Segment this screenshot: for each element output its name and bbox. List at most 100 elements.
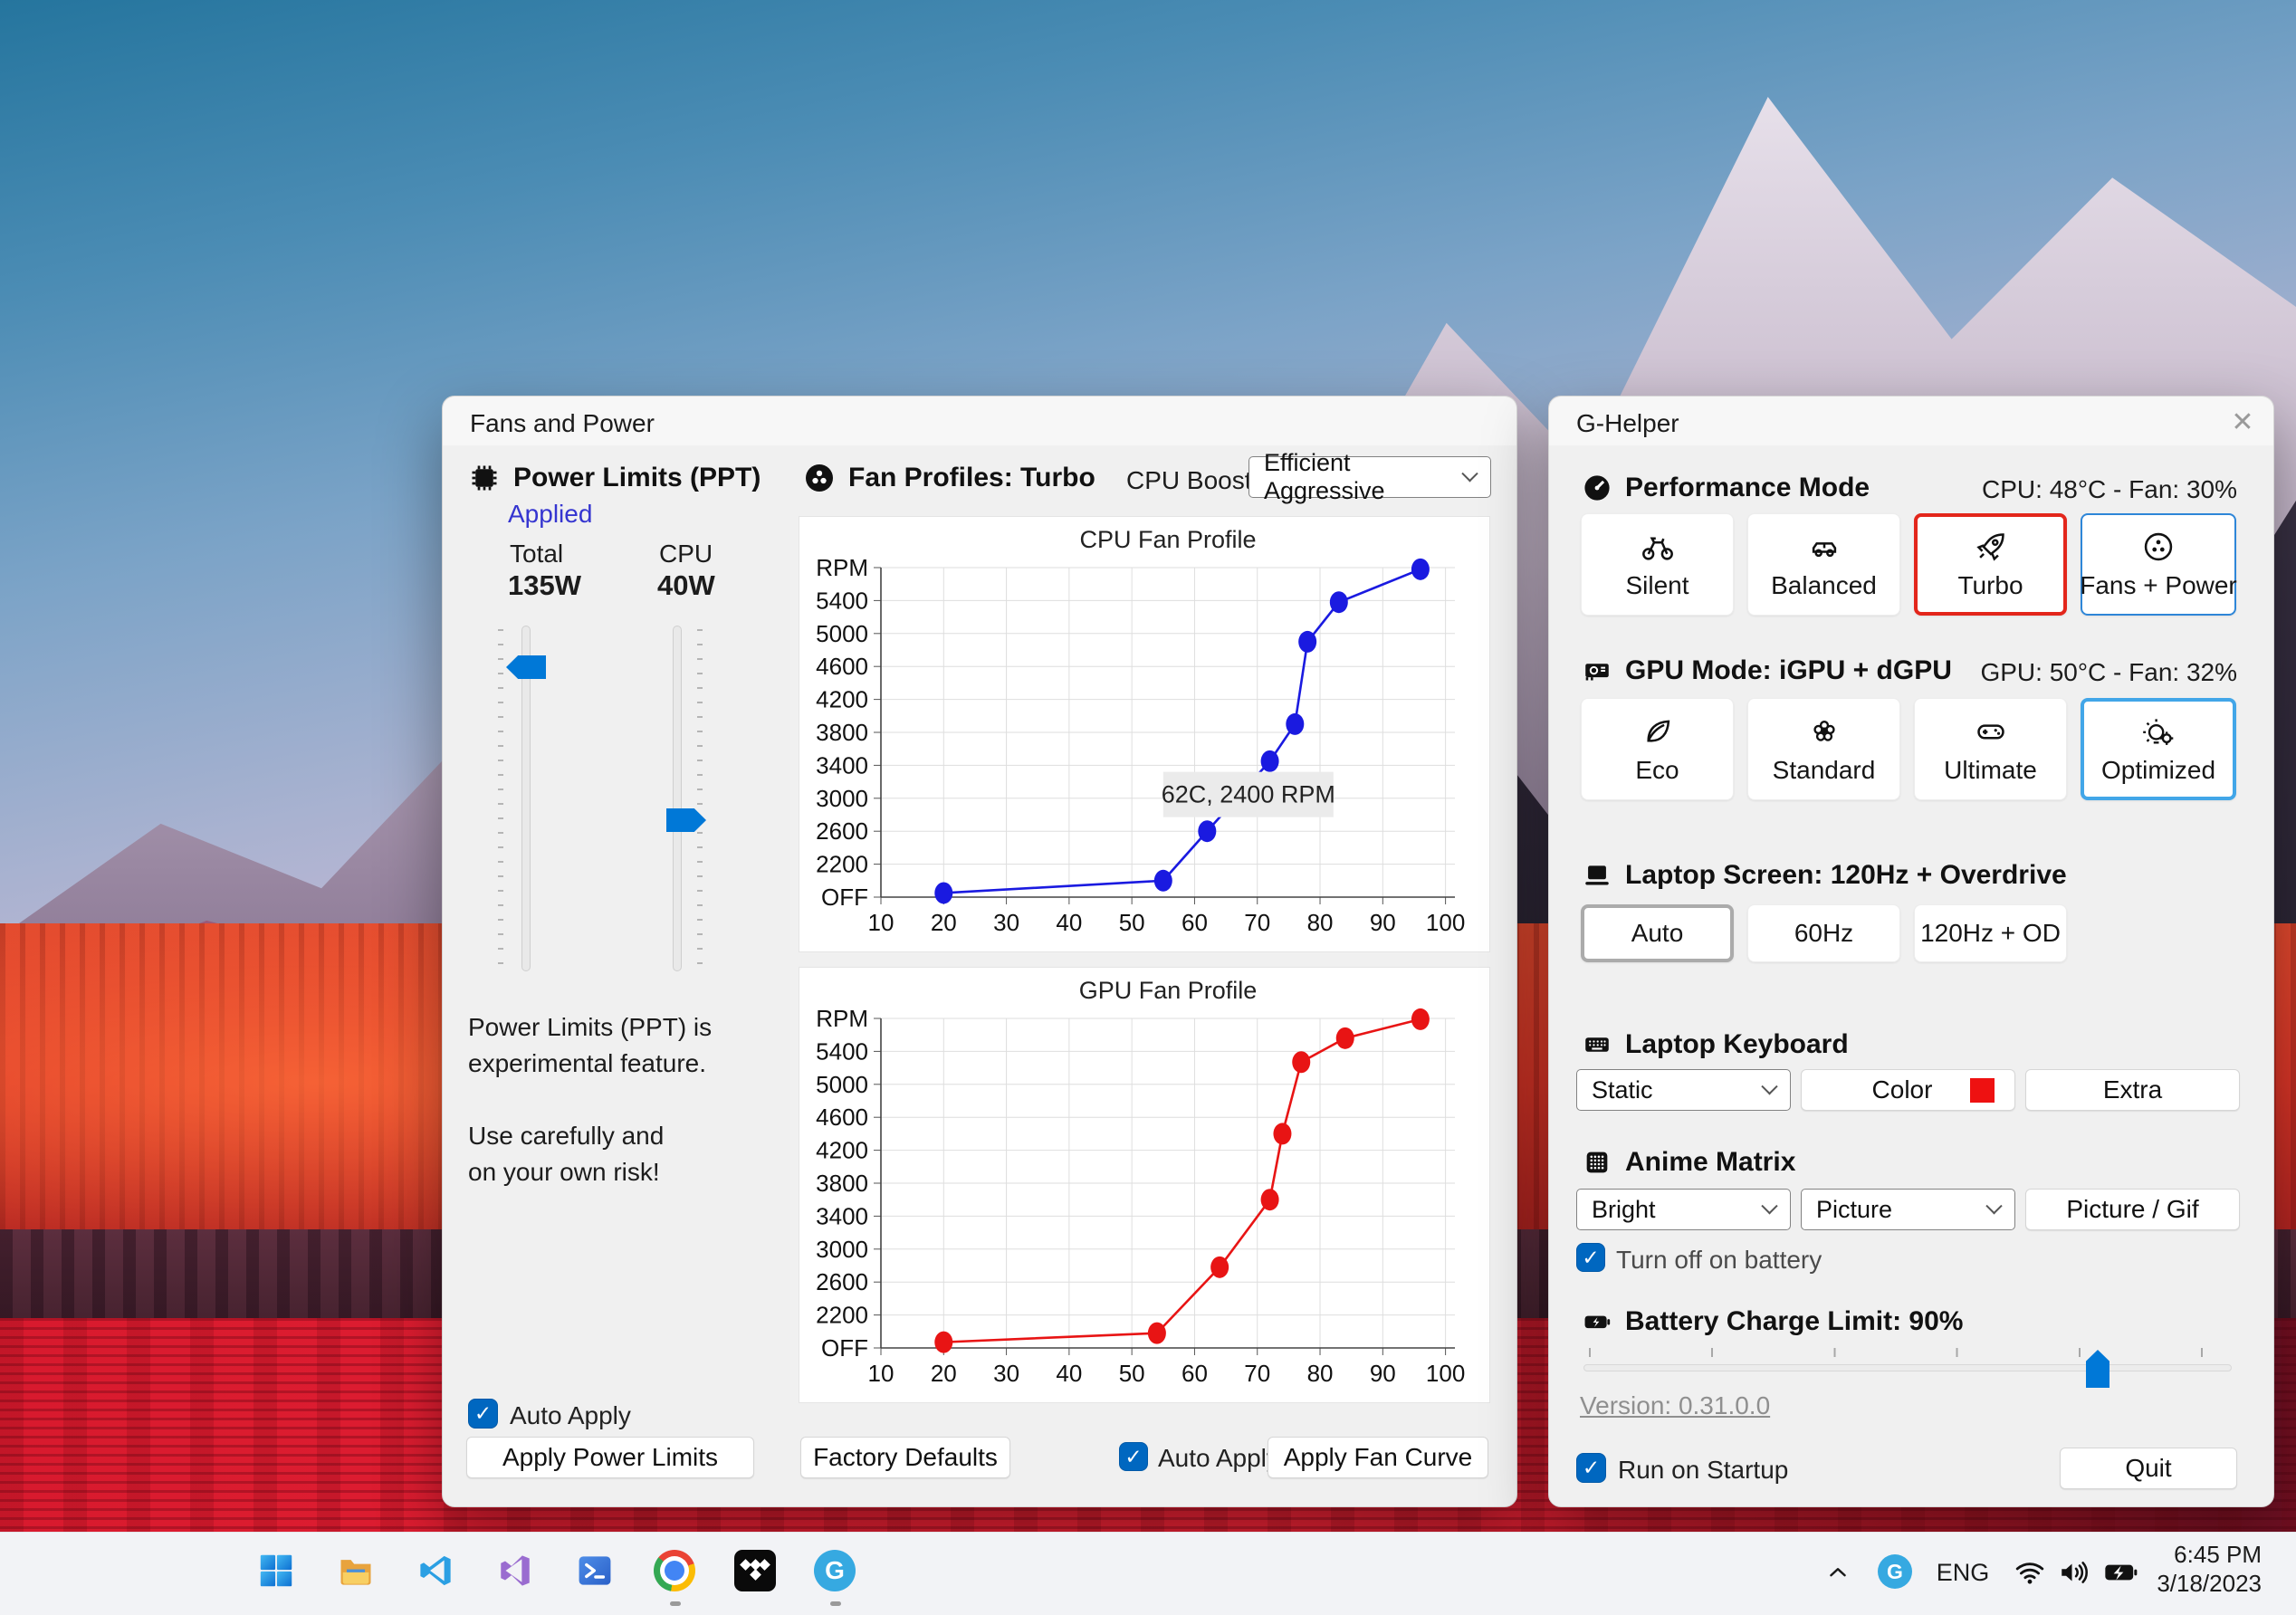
performance-button-fans-power[interactable]: Fans + Power [2080,513,2237,616]
keyboard-icon [1585,1037,1609,1052]
apply-power-limits-button[interactable]: Apply Power Limits [466,1437,754,1478]
visual-studio-icon [501,1555,530,1586]
auto-apply-fan-checkbox[interactable]: ✓ [1119,1442,1148,1471]
check-icon: ✓ [1582,1245,1600,1269]
ghelper-taskbar-button[interactable]: G [808,1543,862,1598]
svg-text:3400: 3400 [816,751,868,779]
fans-and-power-window: Fans and Power ✕ Power Limits (PPT) Appl… [442,396,1936,1507]
warning-line: experimental feature. [468,1049,707,1077]
laptop-keyboard-header: Laptop Keyboard [1582,1029,1849,1060]
performance-button-turbo[interactable]: Turbo [1914,513,2067,616]
quit-button[interactable]: Quit [2060,1448,2237,1489]
bulb-gear-icon [2143,718,2174,745]
gpu-button-eco[interactable]: Eco [1581,698,1734,800]
tray-ghelper-button[interactable]: G [1878,1554,1912,1589]
turn-off-on-battery-checkbox[interactable]: ✓ [1576,1243,1605,1272]
tidal-icon [734,1550,776,1591]
battery-charge-slider[interactable] [1583,1364,2232,1371]
vscode-button[interactable] [408,1543,463,1598]
auto-apply-power-checkbox[interactable]: ✓ [468,1399,498,1429]
svg-text:70: 70 [1244,1360,1270,1387]
clock[interactable]: 6:45 PM 3/18/2023 [2157,1540,2262,1598]
svg-text:60: 60 [1181,1360,1208,1387]
warning-line: Power Limits (PPT) is [468,1013,713,1041]
run-on-startup-checkbox[interactable]: ✓ [1576,1453,1606,1483]
svg-text:40: 40 [1056,909,1082,936]
power-limits-applied-status: Applied [508,500,593,528]
keyboard-mode-select[interactable]: Static [1576,1069,1791,1111]
svg-text:4600: 4600 [816,1104,868,1131]
power-limits-warning: Power Limits (PPT) is experimental featu… [468,1009,712,1190]
factory-defaults-button[interactable]: Factory Defaults [800,1437,1010,1478]
fan-icon [806,464,833,492]
anime-picture-gif-button[interactable]: Picture / Gif [2025,1189,2240,1230]
rocket-icon [1976,532,2004,561]
start-button[interactable] [249,1543,303,1598]
anime-matrix-header: Anime Matrix [1582,1147,1795,1178]
auto-apply-fan-label: Auto Apply [1158,1444,1279,1472]
tidal-button[interactable] [728,1543,782,1598]
fan-icon [2144,532,2173,560]
visual-studio-button[interactable] [488,1543,542,1598]
screen-button-60hz[interactable]: 60Hz [1747,904,1900,962]
svg-text:3000: 3000 [816,785,868,812]
svg-text:2600: 2600 [816,817,868,845]
anime-mode-select[interactable]: Picture [1801,1189,2015,1230]
svg-text:OFF: OFF [821,1334,868,1362]
anime-brightness-select[interactable]: Bright [1576,1189,1791,1230]
chevron-down-icon [1461,464,1478,482]
svg-text:20: 20 [931,1360,957,1387]
svg-text:60: 60 [1181,909,1208,936]
run-on-startup-label: Run on Startup [1618,1456,1789,1484]
chrome-button[interactable] [647,1543,702,1598]
svg-text:62C, 2400 RPM: 62C, 2400 RPM [1162,781,1335,808]
gpu-button-ultimate[interactable]: Ultimate [1914,698,2067,800]
wifi-button[interactable] [2010,1553,2050,1592]
cpu-power-slider[interactable] [673,626,682,971]
laptop-icon [1585,865,1609,885]
svg-text:40: 40 [1056,1360,1082,1387]
cpu-boost-select[interactable]: Efficient Aggressive [1248,449,1491,504]
keyboard-color-button[interactable]: Color [1801,1069,2015,1111]
warning-spacer [468,1082,712,1118]
apply-fan-curve-button[interactable]: Apply Fan Curve [1268,1437,1488,1478]
keyboard-extra-button[interactable]: Extra [2025,1069,2240,1111]
svg-text:5400: 5400 [816,1037,868,1065]
svg-text:100: 100 [1426,1360,1465,1387]
performance-button-balanced[interactable]: Balanced [1747,513,1900,616]
laptop-screen-header: Laptop Screen: 120Hz + Overdrive [1582,860,2067,891]
volume-button[interactable] [2053,1553,2093,1592]
version-link[interactable]: Version: 0.31.0.0 [1580,1391,1770,1420]
file-explorer-button[interactable] [329,1543,383,1598]
svg-text:50: 50 [1119,1360,1145,1387]
color-button-label: Color [1871,1075,1933,1104]
svg-text:OFF: OFF [821,884,868,911]
tray-date: 3/18/2023 [2157,1570,2262,1597]
cpu-fan-chart[interactable]: CPU Fan Profile 10 20 30 40 50 60 70 80 90 100 OFF 2… [799,516,1490,952]
screen-button-120hz-od[interactable]: 120Hz + OD [1914,904,2067,962]
check-icon: ✓ [1582,1456,1601,1479]
powershell-button[interactable] [568,1543,622,1598]
svg-text:30: 30 [993,909,1019,936]
total-power-slider-thumb[interactable] [506,655,546,679]
tray-overflow-button[interactable] [1818,1553,1858,1592]
powershell-icon [579,1556,611,1585]
total-value: 135W [508,569,581,601]
svg-text:3000: 3000 [816,1236,868,1263]
gpu-button-optimized[interactable]: Optimized [2081,698,2236,800]
check-icon: ✓ [474,1401,493,1425]
gpu-fan-chart[interactable]: GPU Fan Profile 10 20 30 40 50 60 70 80 90 100 OFF 2… [799,967,1490,1403]
close-icon[interactable]: ✕ [2223,404,2263,440]
screen-button-auto[interactable]: Auto [1581,904,1734,962]
gpu-button-standard[interactable]: Standard [1747,698,1900,800]
svg-text:RPM: RPM [816,1005,868,1032]
svg-text:50: 50 [1119,909,1145,936]
language-indicator[interactable]: ENG [1934,1554,1992,1591]
svg-text:2200: 2200 [816,851,868,878]
cpu-temp-status: CPU: 48°C - Fan: 30% [1982,475,2237,503]
battery-button[interactable] [2099,1553,2142,1592]
performance-button-silent[interactable]: Silent [1581,513,1734,616]
total-slider-ticks [498,629,503,968]
chevron-down-icon [1761,1197,1778,1214]
fans-window-title: Fans and Power [470,409,655,437]
